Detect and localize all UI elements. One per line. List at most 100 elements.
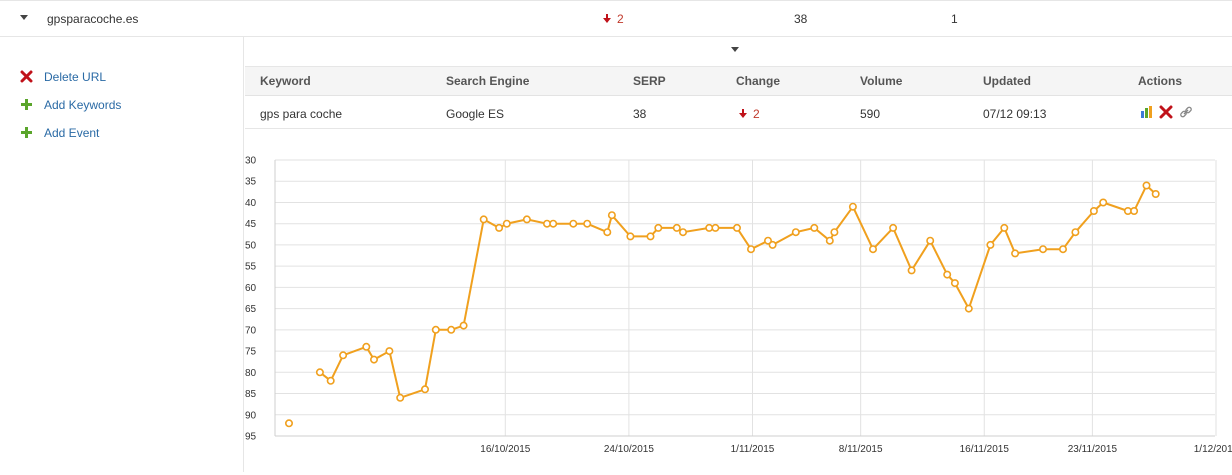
col-updated[interactable]: Updated <box>983 74 1031 88</box>
x-tick-label: 1/11/2015 <box>731 444 775 455</box>
col-actions: Actions <box>1138 74 1183 88</box>
data-point <box>810 223 819 232</box>
y-tick-label: 85 <box>245 389 257 400</box>
data-point <box>603 228 612 237</box>
plus-icon <box>21 127 32 138</box>
data-point <box>678 228 687 237</box>
data-point <box>1142 181 1151 190</box>
data-point <box>569 219 578 228</box>
data-point <box>654 223 663 232</box>
y-tick-label: 95 <box>245 432 257 443</box>
data-point <box>459 321 468 330</box>
y-tick-label: 65 <box>245 304 257 315</box>
keywords-table-header: Keyword Search Engine SERP Change Volume… <box>245 67 1232 96</box>
data-point <box>522 215 531 224</box>
col-volume[interactable]: Volume <box>860 74 902 88</box>
expand-caret-icon[interactable] <box>731 47 739 52</box>
cell-change-value: 2 <box>753 107 760 121</box>
delete-x-icon <box>20 70 33 83</box>
cell-updated: 07/12 09:13 <box>983 107 1047 121</box>
x-tick-label: 24/10/2015 <box>604 444 654 455</box>
data-point <box>326 376 335 385</box>
series-line <box>319 184 1157 399</box>
data-point <box>825 236 834 245</box>
bar-chart-icon[interactable] <box>1140 105 1154 119</box>
data-point <box>495 223 504 232</box>
data-point <box>284 419 293 428</box>
data-point <box>1130 207 1139 216</box>
data-point <box>1000 223 1009 232</box>
table-row[interactable]: gps para coche Google ES 38 2 590 07/12 … <box>245 96 1232 129</box>
col-search-engine[interactable]: Search Engine <box>446 74 529 88</box>
data-point <box>339 351 348 360</box>
data-point <box>1058 245 1067 254</box>
data-point <box>986 240 995 249</box>
y-tick-label: 70 <box>245 325 257 336</box>
plus-icon <box>21 99 32 110</box>
data-point <box>1151 189 1160 198</box>
data-point <box>964 304 973 313</box>
data-point <box>848 202 857 211</box>
y-tick-label: 45 <box>245 219 257 230</box>
data-point <box>1038 245 1047 254</box>
cell-actions <box>1140 104 1193 119</box>
data-point <box>1099 198 1108 207</box>
data-point <box>1011 249 1020 258</box>
cell-volume: 590 <box>860 107 881 121</box>
y-tick-label: 40 <box>245 198 257 209</box>
data-point <box>370 355 379 364</box>
data-point <box>479 215 488 224</box>
data-point <box>431 325 440 334</box>
delete-x-icon[interactable] <box>1159 105 1173 119</box>
data-point <box>396 393 405 402</box>
col-change[interactable]: Change <box>736 74 780 88</box>
data-point <box>583 219 592 228</box>
data-point <box>1071 228 1080 237</box>
data-point <box>421 385 430 394</box>
sidebar: Delete URL Add Keywords Add Event <box>0 37 244 472</box>
y-tick-label: 30 <box>245 156 257 167</box>
sidebar-item-label[interactable]: Add Event <box>44 126 99 140</box>
data-point <box>711 223 720 232</box>
y-tick-label: 75 <box>245 347 257 358</box>
arrow-down-icon <box>603 14 611 24</box>
data-point <box>549 219 558 228</box>
data-point <box>830 228 839 237</box>
serp-history-chart: 30 35 40 45 50 55 60 65 70 75 80 85 90 95 16/10/2015 24… <box>245 130 1232 472</box>
url-change-value: 2 <box>617 12 624 26</box>
data-point <box>926 236 935 245</box>
x-tick-label: 8/11/2015 <box>839 444 883 455</box>
cell-change: 2 <box>739 107 760 121</box>
x-tick-label: 16/11/2015 <box>960 444 1010 455</box>
sidebar-item-label[interactable]: Delete URL <box>44 70 106 84</box>
data-point <box>868 245 877 254</box>
y-tick-label: 90 <box>245 410 257 421</box>
data-point <box>607 211 616 220</box>
url-domain[interactable]: gpsparacoche.es <box>47 12 138 26</box>
x-tick-label: 16/10/2015 <box>480 444 530 455</box>
url-change: 2 <box>603 12 624 26</box>
data-point <box>502 219 511 228</box>
url-keyword-count: 1 <box>951 12 958 26</box>
data-point <box>1089 207 1098 216</box>
col-serp[interactable]: SERP <box>633 74 666 88</box>
sidebar-item-label[interactable]: Add Keywords <box>44 98 121 112</box>
cell-engine: Google ES <box>446 107 505 121</box>
url-row[interactable]: gpsparacoche.es 2 38 1 <box>0 0 1232 37</box>
col-keyword[interactable]: Keyword <box>260 74 311 88</box>
y-tick-label: 50 <box>245 240 257 251</box>
arrow-down-icon <box>739 109 747 119</box>
link-icon[interactable] <box>1179 105 1193 119</box>
data-point <box>950 279 959 288</box>
data-point <box>889 223 898 232</box>
expand-bar[interactable] <box>245 37 1232 67</box>
data-point <box>732 223 741 232</box>
y-tick-label: 80 <box>245 368 257 379</box>
collapse-caret-icon[interactable] <box>20 15 28 20</box>
data-point <box>907 266 916 275</box>
serp-line-chart: 30 35 40 45 50 55 60 65 70 75 80 85 90 95 16/10/2015 24… <box>245 156 1232 456</box>
data-point <box>447 325 456 334</box>
data-point <box>315 368 324 377</box>
x-tick-label: 1/12/2015 <box>1194 444 1232 455</box>
data-point <box>385 347 394 356</box>
